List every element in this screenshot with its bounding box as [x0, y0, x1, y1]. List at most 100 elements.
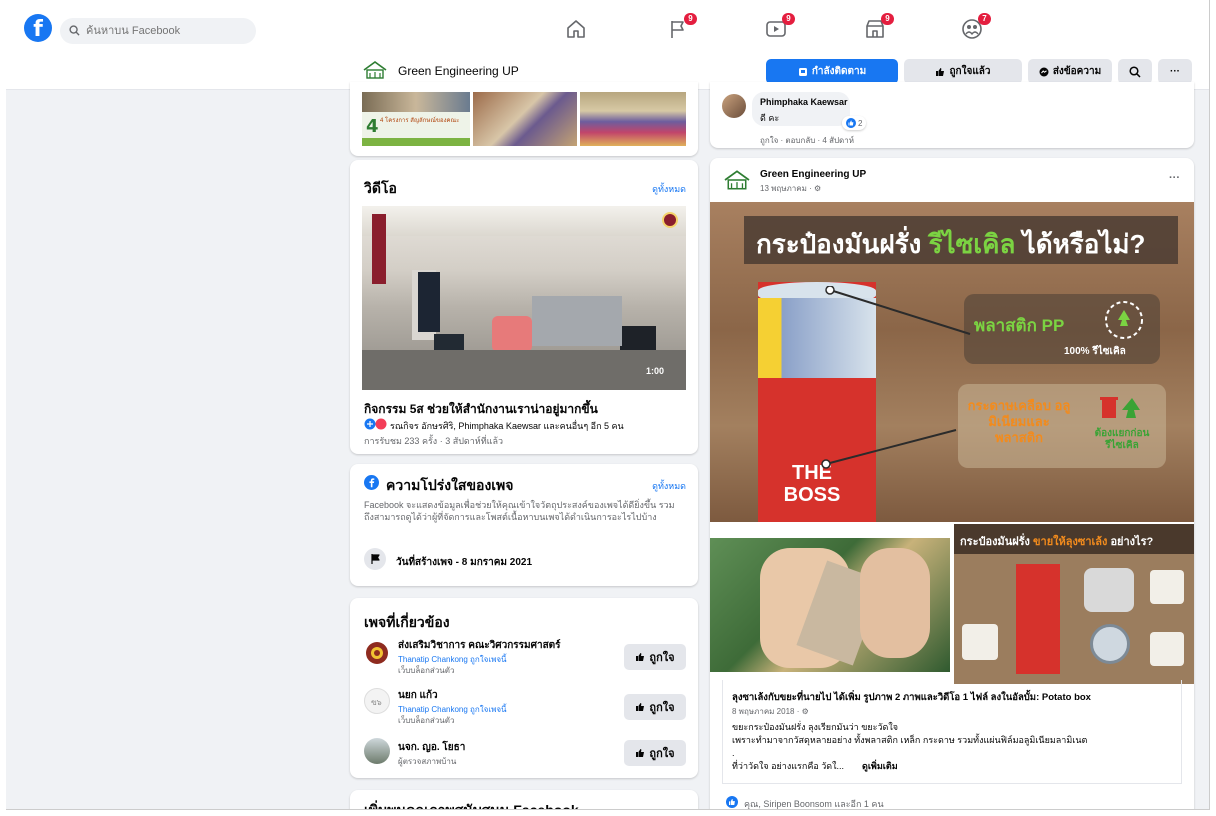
- pages-flag-icon[interactable]: 9: [666, 13, 697, 41]
- pages-badge: 9: [684, 13, 697, 25]
- following-label: กำลังติดตาม: [811, 66, 867, 77]
- thumbs-up-icon: [636, 653, 645, 661]
- like-page-button[interactable]: ถูกใจ: [624, 694, 686, 720]
- like-page-label: ถูกใจ: [649, 652, 675, 664]
- message-label: ส่งข้อความ: [1052, 66, 1102, 77]
- banner-headline-box: กระป๋องมันฝรั่ง รีไซเคิล ได้หรือไม่?: [744, 216, 1178, 264]
- post-inset-image[interactable]: กระป๋องมันฝรั่ง ขายให้ลุงซาเล้ง อย่างไร?: [954, 524, 1194, 684]
- like-reaction-icon: [726, 796, 738, 808]
- photo-thumbnail[interactable]: 4 4 โครงการ สัญลักษณ์ของคณะ: [362, 92, 470, 146]
- trash-recycle-icon: [1100, 397, 1140, 418]
- video-duration: 1:00: [645, 366, 664, 376]
- more-options-label: ···: [1170, 66, 1180, 77]
- comment-reaction-count: 2: [858, 118, 863, 128]
- flag-icon: [364, 548, 386, 570]
- post-body-line: .: [732, 748, 735, 758]
- comment-text: ดี คะ: [760, 113, 780, 123]
- post-more-button[interactable]: ···: [1169, 172, 1180, 184]
- page-logo-icon[interactable]: [362, 59, 388, 81]
- related-page-name[interactable]: นยก แก้ว: [398, 688, 438, 703]
- watch-badge: 9: [782, 13, 795, 25]
- marketplace-icon[interactable]: 9: [863, 13, 894, 41]
- video-title[interactable]: กิจกรรม 5ส ช่วยให้สำนักงานเราน่าอยู่มากข…: [364, 400, 598, 419]
- related-page-avatar[interactable]: ฃ๖: [364, 688, 390, 714]
- related-page-name[interactable]: นจก. ญอ. โยธา: [398, 740, 465, 755]
- shared-post-headline[interactable]: ลุงซาเล้งกับขยะที่นายไป ได้เพิ่ม รูปภาพ …: [732, 690, 1091, 705]
- pp-label-sub: 100% รีไซเคิล: [1064, 346, 1126, 357]
- comment-actions[interactable]: ถูกใจ · ตอบกลับ · 4 สัปดาห์: [760, 134, 854, 147]
- video-see-all-link[interactable]: ดูทั้งหมด: [652, 182, 686, 196]
- foil-label-sub: ต้องแยกก่อน รีไซเคิล: [1094, 428, 1150, 451]
- post-body-line: ที่ว่าวัดใจ อย่างแรกคือ วัดใ...: [732, 761, 845, 771]
- groups-icon[interactable]: 7: [960, 13, 991, 41]
- like-reaction-icon: [846, 118, 856, 128]
- post-author[interactable]: Green Engineering UP: [760, 169, 866, 180]
- see-more-link[interactable]: ดูเพิ่มเติม: [862, 760, 898, 773]
- like-love-reaction-icon: [364, 418, 387, 430]
- transparency-title: ความโปร่งใสของเพจ: [386, 477, 514, 493]
- like-page-button[interactable]: ถูกใจ: [624, 644, 686, 670]
- search-box[interactable]: [60, 18, 256, 44]
- search-page-button[interactable]: [1118, 59, 1152, 84]
- post-author-avatar[interactable]: [722, 168, 752, 192]
- comment-reactions[interactable]: 2: [842, 116, 867, 130]
- home-icon[interactable]: [564, 17, 588, 41]
- facebook-logo-icon[interactable]: f: [24, 14, 52, 42]
- shared-post-date[interactable]: 8 พฤษภาคม 2018 · ⚙: [732, 705, 809, 718]
- recycle-icon: [1105, 301, 1143, 339]
- photo-thumbnail-caption: 4 โครงการ สัญลักษณ์ของคณะ: [380, 118, 460, 124]
- video-reactors[interactable]: รณกิจร อักษรศิริ, Phimphaka Kaewsar และค…: [390, 419, 624, 433]
- post-date[interactable]: 13 พฤษภาคม · ⚙: [760, 182, 821, 195]
- transparency-see-all-link[interactable]: ดูทั้งหมด: [652, 479, 686, 493]
- like-page-label: ถูกใจ: [649, 748, 675, 760]
- search-input[interactable]: [86, 18, 246, 44]
- search-icon: [69, 25, 80, 36]
- post-banner-image[interactable]: กระป๋องมันฝรั่ง รีไซเคิล ได้หรือไม่? THE…: [710, 202, 1194, 522]
- pointer-line-1: [825, 286, 971, 335]
- photos-card: 4 4 โครงการ สัญลักษณ์ของคณะ: [350, 82, 698, 156]
- pp-label-box: พลาสติก PP 100% รีไซเคิล: [964, 294, 1160, 364]
- post-reactions-summary[interactable]: คุณ, Siripen Boonsom และอีก 1 คน: [744, 797, 884, 809]
- video-thumbnail[interactable]: 1:00: [362, 206, 686, 390]
- search-icon: [1129, 65, 1141, 78]
- post-video-thumbnail[interactable]: [710, 538, 950, 672]
- post-body-line: ขยะกระป๋องมันฝรั่ง ลุงเรียกมันว่า ขยะวัด…: [732, 722, 899, 732]
- commenter-avatar[interactable]: [722, 94, 746, 118]
- related-page-avatar[interactable]: [364, 640, 390, 666]
- more-options-button[interactable]: ···: [1158, 59, 1192, 84]
- related-page-name[interactable]: ส่งเสริมวิชาการ คณะวิศวกรรมศาสตร์: [398, 638, 561, 653]
- thumbs-up-icon: [636, 703, 645, 711]
- foil-label: กระดาษเคลือบ อลูมิเนียมและ พลาสติก: [967, 398, 1071, 445]
- photo-thumbnail[interactable]: [473, 92, 577, 146]
- thumbs-up-icon: [936, 67, 945, 76]
- messenger-icon: [1039, 67, 1049, 76]
- photo-thumbnail[interactable]: [580, 92, 686, 146]
- page-name[interactable]: Green Engineering UP: [398, 64, 519, 78]
- pointer-line-2: [821, 429, 957, 469]
- top-navigation: f 9 9 9 7: [6, 0, 1209, 52]
- marketplace-badge: 9: [881, 13, 894, 25]
- banner-headline: กระป๋องมันฝรั่ง รีไซเคิล ได้หรือไม่?: [756, 229, 1146, 259]
- related-page-category: เว็บบล็อกส่วนตัว: [398, 716, 455, 725]
- liked-button[interactable]: ถูกใจแล้ว: [904, 59, 1022, 84]
- page-created-date: วันที่สร้างเพจ - 8 มกราคม 2021: [396, 557, 533, 568]
- comment-author[interactable]: Phimphaka Kaewsar: [760, 97, 848, 107]
- like-page-button[interactable]: ถูกใจ: [624, 740, 686, 766]
- groups-badge: 7: [978, 13, 991, 25]
- comment-card: Phimphaka Kaewsar ดี คะ 2 ถูกใจ · ตอบกลั…: [710, 82, 1194, 148]
- transparency-description: Facebook จะแสดงข้อมูลเพื่อช่วยให้คุณเข้า…: [364, 500, 675, 522]
- thumbs-up-icon: [636, 749, 645, 757]
- video-card-title: วิดีโอ: [364, 180, 397, 196]
- related-pages-title: เพจที่เกี่ยวข้อง: [364, 614, 450, 630]
- following-button[interactable]: กำลังติดตาม: [766, 59, 898, 84]
- post-card: Green Engineering UP 13 พฤษภาคม · ⚙ ··· …: [710, 158, 1194, 809]
- next-card: เพิ่มพูนคุณภาพสนับสนุน Facebook: [350, 790, 698, 809]
- message-button[interactable]: ส่งข้อความ: [1028, 59, 1112, 84]
- comment-bubble: Phimphaka Kaewsar ดี คะ: [752, 92, 850, 126]
- following-icon: [798, 67, 807, 76]
- video-meta: การรับชม 233 ครั้ง · 3 สัปดาห์ที่แล้ว: [364, 436, 504, 446]
- related-page-category: เว็บบล็อกส่วนตัว: [398, 666, 455, 675]
- related-page-avatar[interactable]: [364, 738, 390, 764]
- watch-icon[interactable]: 9: [764, 13, 795, 41]
- page-transparency-card: ความโปร่งใสของเพจ ดูทั้งหมด Facebook จะแ…: [350, 464, 698, 586]
